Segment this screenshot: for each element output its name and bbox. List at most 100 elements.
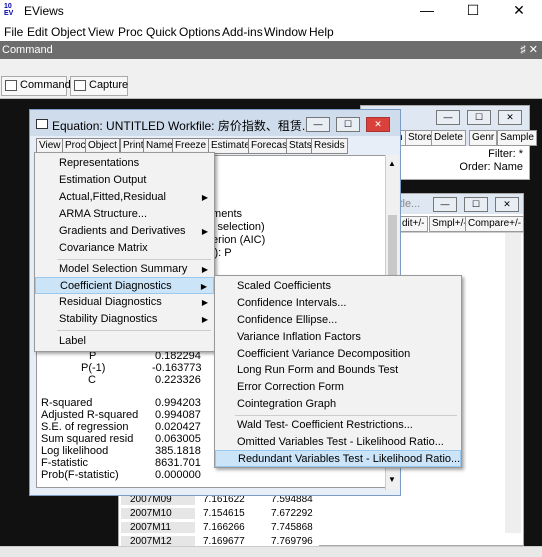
coefficient-diagnostics-submenu: Scaled Coefficients Confidence Intervals… <box>214 275 462 468</box>
equation-icon <box>36 119 48 129</box>
menu-options[interactable]: Options <box>179 25 220 39</box>
equation-minimize-button[interactable]: — <box>306 117 330 132</box>
menu-item-model-selection-summary[interactable]: Model Selection Summary ▶ <box>35 261 214 278</box>
stat-value: 0.020427 <box>155 421 201 433</box>
close-icon[interactable]: ✕ <box>529 44 538 56</box>
stat-name: F-statistic <box>41 457 89 469</box>
maximize-button[interactable]: ☐ <box>450 0 496 22</box>
resids-button[interactable]: Resids <box>311 138 348 154</box>
scroll-up-icon[interactable]: ▲ <box>388 159 396 168</box>
stat-value: 8631.701 <box>155 457 201 469</box>
order-label: Order: Name <box>459 161 523 173</box>
stat-name: Sum squared resid <box>41 433 134 445</box>
submenu-confidence-ellipse[interactable]: Confidence Ellipse... <box>215 312 461 329</box>
command-pane-header: Command ♯ ✕ <box>0 41 542 59</box>
menu-view[interactable]: View <box>88 25 114 39</box>
compare-button[interactable]: Compare+/- <box>465 216 525 232</box>
submenu-coefficient-variance-decomposition[interactable]: Coefficient Variance Decomposition <box>215 346 461 363</box>
submenu-long-run-bounds-test[interactable]: Long Run Form and Bounds Test <box>215 362 461 379</box>
menu-item-representations[interactable]: Representations <box>35 155 214 172</box>
menu-item-coefficient-diagnostics[interactable]: Coefficient Diagnostics ▶ <box>35 277 214 294</box>
menu-item-covariance-matrix[interactable]: Covariance Matrix <box>35 240 214 257</box>
delete-button[interactable]: Delete <box>431 130 466 146</box>
submenu-variance-inflation-factors[interactable]: Variance Inflation Factors <box>215 329 461 346</box>
stat-value: 0.994087 <box>155 409 201 421</box>
submenu-error-correction-form[interactable]: Error Correction Form <box>215 379 461 396</box>
workfile-minimize-button[interactable]: — <box>436 110 460 125</box>
app-title: EViews <box>24 4 64 18</box>
stat-name: R-squared <box>41 397 93 409</box>
eviews-logo-icon: 10 EV <box>4 3 14 17</box>
series-rows: 2007M09 7.161622 7.594884 2007M10 7.1546… <box>119 494 319 547</box>
menu-item-actual-fitted-residual[interactable]: Actual,Fitted,Residual ▶ <box>35 189 214 206</box>
menu-help[interactable]: Help <box>309 25 334 39</box>
tab-capture[interactable]: Capture <box>70 76 128 96</box>
equation-title: Equation: UNTITLED Workfile: 房价指数、租赁... <box>52 119 312 133</box>
minimize-button[interactable]: — <box>404 0 450 22</box>
stat-value: 385.1818 <box>155 445 201 457</box>
menu-item-residual-diagnostics[interactable]: Residual Diagnostics ▶ <box>35 294 214 311</box>
equation-titlebar: Equation: UNTITLED Workfile: 房价指数、租赁... … <box>30 110 400 136</box>
stat-name: Prob(F-statistic) <box>41 469 119 481</box>
menu-separator <box>57 330 211 331</box>
submenu-scaled-coefficients[interactable]: Scaled Coefficients <box>215 278 461 295</box>
main-hscroll[interactable] <box>0 546 542 557</box>
pin-icon[interactable]: ♯ <box>520 44 526 56</box>
command-icon <box>5 80 17 91</box>
submenu-cointegration-graph[interactable]: Cointegration Graph <box>215 396 461 413</box>
submenu-arrow-icon: ▶ <box>201 193 208 202</box>
output-text: c selection) <box>209 221 265 233</box>
coef-value: 0.223326 <box>155 374 201 386</box>
close-button[interactable]: ✕ <box>496 0 542 22</box>
smpl-button[interactable]: Smpl+/- <box>429 216 470 232</box>
row-value: 7.154615 <box>203 508 245 519</box>
series-close-button[interactable]: ✕ <box>495 197 519 212</box>
menu-item-label[interactable]: Label <box>35 333 214 350</box>
tab-command[interactable]: Command <box>1 76 71 96</box>
stat-value: 0.063005 <box>155 433 201 445</box>
submenu-omitted-variables-test[interactable]: Omitted Variables Test - Likelihood Rati… <box>215 434 461 451</box>
title-bar: 10 EV EViews — ☐ ✕ <box>0 0 542 22</box>
scroll-down-icon[interactable]: ▼ <box>388 475 396 484</box>
workfile-toolbar: ch Store Delete Genr Sample <box>389 130 537 146</box>
series-minimize-button[interactable]: — <box>433 197 457 212</box>
coef-value: -0.163773 <box>152 362 202 374</box>
stat-name: Log likelihood <box>41 445 109 457</box>
menu-file[interactable]: File <box>4 25 23 39</box>
menu-bar: File Edit Object View Proc Quick Options… <box>0 22 542 41</box>
menu-object[interactable]: Object <box>51 25 86 39</box>
workfile-maximize-button[interactable]: ☐ <box>467 110 491 125</box>
equation-close-button[interactable]: ✕ <box>366 117 390 132</box>
submenu-confidence-intervals[interactable]: Confidence Intervals... <box>215 295 461 312</box>
menu-edit[interactable]: Edit <box>27 25 48 39</box>
menu-item-arma-structure[interactable]: ARMA Structure... <box>35 206 214 223</box>
coef-name: C <box>88 374 96 386</box>
row-label: 2007M10 <box>121 508 195 519</box>
submenu-wald-test[interactable]: Wald Test- Coefficient Restrictions... <box>215 417 461 434</box>
menu-proc[interactable]: Proc <box>118 25 143 39</box>
edit-button[interactable]: dit+/- <box>399 216 428 232</box>
series-vscroll[interactable] <box>505 233 521 533</box>
submenu-arrow-icon: ▶ <box>201 315 208 324</box>
filter-label: Filter: * <box>488 148 523 160</box>
stat-value: 0.000000 <box>155 469 201 481</box>
genr-button[interactable]: Genr <box>469 130 498 146</box>
series-toolbar: dit+/- Smpl+/- Compare+/- <box>399 216 525 232</box>
series-maximize-button[interactable]: ☐ <box>464 197 488 212</box>
menu-addins[interactable]: Add-ins <box>222 25 263 39</box>
equation-maximize-button[interactable]: ☐ <box>336 117 360 132</box>
menu-quick[interactable]: Quick <box>146 25 177 39</box>
command-pane-title: Command <box>2 44 53 56</box>
submenu-arrow-icon: ▶ <box>200 282 207 291</box>
sample-button[interactable]: Sample <box>497 130 537 146</box>
menu-item-gradients[interactable]: Gradients and Derivatives ▶ <box>35 223 214 240</box>
submenu-redundant-variables-test[interactable]: Redundant Variables Test - Likelihood Ra… <box>215 450 461 467</box>
menu-item-stability-diagnostics[interactable]: Stability Diagnostics ▶ <box>35 311 214 328</box>
menu-item-estimation-output[interactable]: Estimation Output <box>35 172 214 189</box>
menu-window[interactable]: Window <box>264 25 307 39</box>
submenu-arrow-icon: ▶ <box>201 265 208 274</box>
coef-name: P(-1) <box>81 362 106 374</box>
row-value: 7.745868 <box>271 522 313 533</box>
row-label: 2007M11 <box>121 522 195 533</box>
workfile-close-button[interactable]: ✕ <box>498 110 522 125</box>
